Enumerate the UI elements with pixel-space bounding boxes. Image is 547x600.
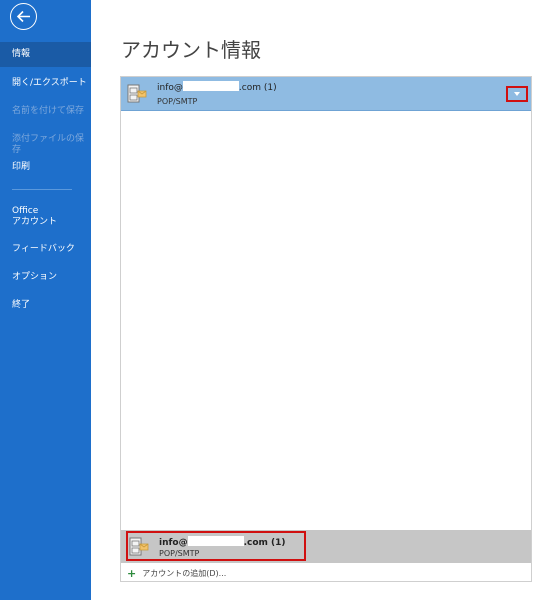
- nav-save-attachments-label: 添付ファイルの保存: [12, 134, 85, 155]
- nav-feedback[interactable]: フィードバック: [0, 244, 91, 255]
- redaction-box: [182, 81, 239, 91]
- nav-open-export[interactable]: 開く/エクスポート: [0, 78, 91, 89]
- nav-feedback-label: フィードバック: [12, 244, 75, 254]
- account-dropdown-button[interactable]: [506, 86, 528, 102]
- nav-exit[interactable]: 終了: [0, 300, 91, 311]
- chevron-down-icon: [514, 92, 520, 96]
- nav-options-label: オプション: [12, 272, 58, 282]
- nav-office-account-label-1: Office: [12, 206, 39, 216]
- nav-save-attachments[interactable]: 添付ファイルの保存: [0, 134, 91, 156]
- selected-account-email-prefix: info@: [157, 83, 183, 93]
- nav-open-export-label: 開く/エクスポート: [12, 78, 87, 88]
- nav-divider: [12, 189, 72, 190]
- backstage-sidebar: 情報 開く/エクスポート 名前を付けて保存 添付ファイルの保存 印刷 Offic…: [0, 0, 91, 600]
- nav-print[interactable]: 印刷: [0, 162, 91, 173]
- nav-office-account[interactable]: Office アカウント: [0, 206, 91, 228]
- selected-account-email-suffix: .com (1): [238, 83, 277, 93]
- highlight-box: [126, 531, 306, 561]
- selected-account-email: info@ .com (1): [157, 81, 277, 93]
- back-arrow-icon: [16, 10, 30, 23]
- nav-print-label: 印刷: [12, 162, 31, 172]
- selected-account-header[interactable]: info@ .com (1) POP/SMTP: [121, 77, 531, 111]
- add-account-button[interactable]: + アカウントの追加(D)...: [127, 568, 226, 579]
- nav-exit-label: 終了: [12, 300, 31, 310]
- nav-save-as-label: 名前を付けて保存: [12, 106, 85, 116]
- selected-account-type: POP/SMTP: [157, 97, 198, 106]
- nav-office-account-label-2: アカウント: [12, 217, 58, 227]
- nav-info[interactable]: 情報: [0, 42, 91, 67]
- add-account-label: アカウントの追加(D)...: [142, 569, 227, 578]
- back-button[interactable]: [10, 3, 37, 30]
- email-account-icon: [127, 84, 147, 103]
- nav-save-as[interactable]: 名前を付けて保存: [0, 106, 91, 117]
- plus-icon: +: [127, 566, 137, 580]
- nav-options[interactable]: オプション: [0, 272, 91, 283]
- page-title: アカウント情報: [121, 38, 261, 62]
- account-dropdown-panel: info@ .com (1) POP/SMTP info@ .com (1) POP…: [120, 76, 532, 582]
- nav-info-label: 情報: [12, 49, 31, 59]
